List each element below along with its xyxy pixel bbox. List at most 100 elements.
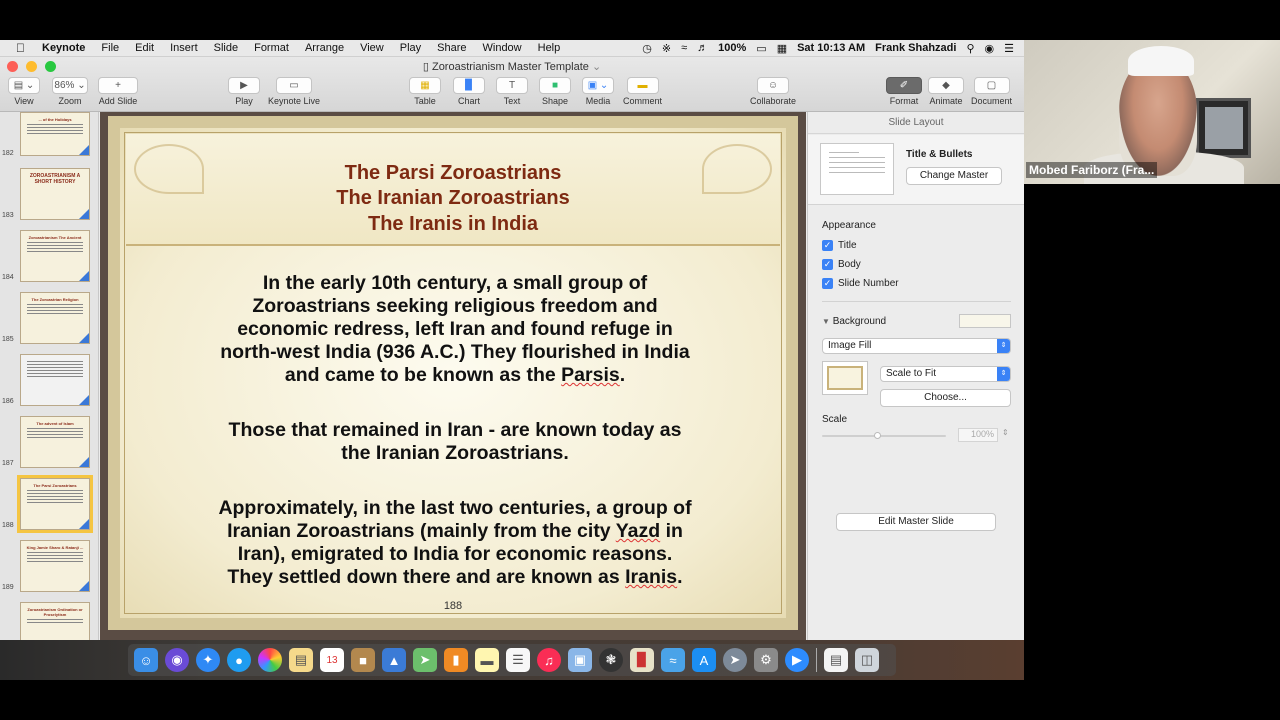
slide-title-line-2[interactable]: The Iranian Zoroastrians	[120, 187, 786, 210]
view-button[interactable]: ▤ ⌄ View	[8, 77, 40, 106]
slide-body-paragraph-2[interactable]: Those that remained in Iran - are known …	[180, 419, 730, 465]
slide-thumbnail[interactable]: King Jamie Sharo & Ratanji ...	[20, 540, 90, 592]
shape-button[interactable]: ■ Shape	[539, 77, 571, 106]
background-heading[interactable]: ▼ Background	[822, 316, 886, 327]
menu-file[interactable]: File	[101, 42, 119, 54]
slide-body-paragraph-1[interactable]: In the early 10th century, a small group…	[180, 272, 730, 387]
slide-thumbnail-selected[interactable]: The Parsi Zoroastrians	[17, 475, 93, 533]
clock[interactable]: Sat 10:13 AM	[797, 42, 865, 54]
slide-thumbnail[interactable]: Zoroastrianism The Ancient	[20, 230, 90, 282]
system-preferences-icon[interactable]: ⚙	[754, 648, 778, 672]
zoom-app-icon[interactable]: ▶	[785, 648, 809, 672]
stickies-icon[interactable]: ▬	[475, 648, 499, 672]
menu-slide[interactable]: Slide	[214, 42, 238, 54]
change-master-button[interactable]: Change Master	[906, 167, 1002, 185]
spotlight-icon[interactable]: ⚲	[966, 42, 974, 55]
chart-button[interactable]: ▉ Chart	[453, 77, 485, 106]
zoom-button[interactable]: 86% ⌄ Zoom	[52, 77, 88, 106]
bluetooth-icon[interactable]: ※	[662, 42, 671, 55]
app-store-icon[interactable]: A	[692, 648, 716, 672]
document-dock-icon[interactable]: ▤	[824, 648, 848, 672]
menu-view[interactable]: View	[360, 42, 384, 54]
slide-number-checkbox[interactable]: ✓ Slide Number	[822, 278, 899, 289]
collaborate-button[interactable]: ☺ Collaborate	[750, 77, 796, 106]
slide-thumbnail[interactable]: The advent of Islam	[20, 416, 90, 468]
reminders-icon[interactable]: ☰	[506, 648, 530, 672]
menu-arrange[interactable]: Arrange	[305, 42, 344, 54]
volume-icon[interactable]: ♬	[697, 42, 708, 54]
title-checkbox[interactable]: ✓ Title	[822, 240, 857, 251]
time-machine-icon[interactable]: ◷	[642, 42, 652, 55]
layout-name: Title & Bullets	[906, 149, 973, 160]
chevron-down-icon[interactable]: ⌄	[592, 61, 601, 73]
scale-value-field[interactable]: 100%	[958, 428, 998, 442]
music-icon[interactable]: ♫	[537, 648, 561, 672]
photos-icon[interactable]	[258, 648, 282, 672]
slide-thumbnail[interactable]: ... of the Holidays	[20, 112, 90, 156]
menu-format[interactable]: Format	[254, 42, 289, 54]
apple-icon[interactable]: 	[16, 41, 30, 55]
trash-icon[interactable]: ◫	[855, 648, 879, 672]
keynote-live-button[interactable]: ▭ Keynote Live	[268, 77, 320, 106]
books-icon[interactable]: ▮	[444, 648, 468, 672]
messages-icon[interactable]: ●	[227, 648, 251, 672]
calendar-dock-icon[interactable]: 13	[320, 648, 344, 672]
format-button[interactable]: ✐ Format	[886, 77, 922, 106]
notification-center-icon[interactable]: ☰	[1004, 42, 1014, 55]
slide-thumbnail[interactable]: The Zoroastrian Religion	[20, 292, 90, 344]
menu-help[interactable]: Help	[538, 42, 561, 54]
calendar-icon[interactable]: ▦	[777, 42, 787, 55]
add-slide-button[interactable]: + Add Slide	[98, 77, 138, 106]
menu-window[interactable]: Window	[483, 42, 522, 54]
text-button[interactable]: T Text	[496, 77, 528, 106]
clock-icon[interactable]: ❃	[599, 648, 623, 672]
choose-image-button[interactable]: Choose...	[880, 389, 1011, 407]
edit-master-slide-button[interactable]: Edit Master Slide	[836, 513, 996, 531]
slide-title-line-3[interactable]: The Iranis in India	[120, 213, 786, 236]
slide-thumbnail[interactable]: Zoroastrianism Ordination or Proselytism	[20, 602, 90, 640]
menu-share[interactable]: Share	[437, 42, 466, 54]
safari-icon[interactable]: ✦	[196, 648, 220, 672]
maps-icon[interactable]: ➤	[413, 648, 437, 672]
menu-edit[interactable]: Edit	[135, 42, 154, 54]
slide-thumbnail[interactable]: ZOROASTRIANISM A SHORT HISTORY	[20, 168, 90, 220]
slide-canvas[interactable]: The Parsi Zoroastrians The Iranian Zoroa…	[100, 112, 806, 640]
keynote-dock-icon[interactable]: ▲	[382, 648, 406, 672]
slide-title-line-1[interactable]: The Parsi Zoroastrians	[120, 162, 786, 185]
migration-icon[interactable]: ≈	[661, 648, 685, 672]
wifi-icon[interactable]: ≈	[681, 42, 687, 54]
siri-dock-icon[interactable]: ◉	[165, 648, 189, 672]
scale-slider[interactable]	[822, 432, 946, 439]
scale-stepper[interactable]: ⇕	[1002, 428, 1009, 437]
slide[interactable]: The Parsi Zoroastrians The Iranian Zoroa…	[108, 116, 798, 630]
scale-mode-select[interactable]: Scale to Fit ⇕	[880, 366, 1011, 382]
master-thumbnail[interactable]	[820, 143, 894, 195]
media-button[interactable]: ▣ ⌄ Media	[582, 77, 614, 106]
grapher-icon[interactable]: ▉	[630, 648, 654, 672]
image-well[interactable]	[822, 361, 868, 395]
finder-icon[interactable]: ☺	[134, 648, 158, 672]
play-button[interactable]: ▶ Play	[228, 77, 260, 106]
scale-slider-thumb[interactable]	[874, 432, 881, 439]
menu-insert[interactable]: Insert	[170, 42, 198, 54]
user-name[interactable]: Frank Shahzadi	[875, 42, 956, 54]
slide-navigator[interactable]: ... of the Holidays 182 ZOROASTRIANISM A…	[0, 112, 99, 640]
table-button[interactable]: ▦ Table	[409, 77, 441, 106]
menu-play[interactable]: Play	[400, 42, 421, 54]
slide-body-paragraph-3[interactable]: Approximately, in the last two centuries…	[170, 497, 740, 589]
battery-icon[interactable]: ▭	[756, 42, 766, 55]
image-capture-icon[interactable]: ▣	[568, 648, 592, 672]
animate-button[interactable]: ◆ Animate	[928, 77, 964, 106]
fill-type-select[interactable]: Image Fill ⇕	[822, 338, 1011, 354]
launchpad-icon[interactable]: ➤	[723, 648, 747, 672]
menu-app[interactable]: Keynote	[42, 42, 85, 54]
contacts-icon[interactable]: ■	[351, 648, 375, 672]
siri-icon[interactable]: ◉	[985, 42, 995, 55]
body-checkbox[interactable]: ✓ Body	[822, 259, 861, 270]
slide-thumbnail[interactable]	[20, 354, 90, 406]
comment-button[interactable]: ▬ Comment	[623, 77, 662, 106]
background-color-well[interactable]	[959, 314, 1011, 328]
battery-percent[interactable]: 100%	[718, 42, 746, 54]
document-button[interactable]: ▢ Document	[971, 77, 1012, 106]
notes-icon[interactable]: ▤	[289, 648, 313, 672]
